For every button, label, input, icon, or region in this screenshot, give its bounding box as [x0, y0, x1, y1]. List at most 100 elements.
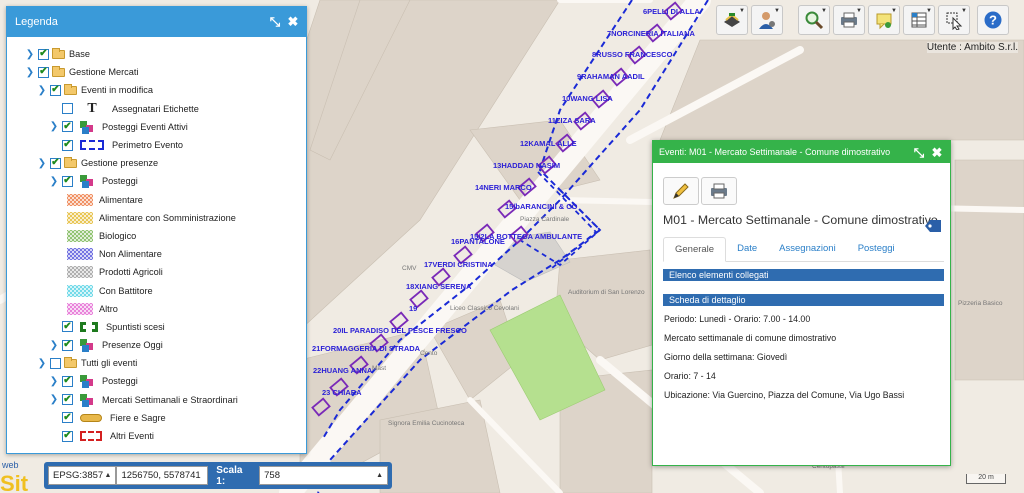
legend-item-label: Posteggi: [102, 376, 138, 387]
legend-item-perimetro-evento[interactable]: Perimetro Evento: [7, 136, 306, 154]
notes-button[interactable]: ▼: [868, 5, 900, 35]
stall-label: 10WANG LISA: [562, 94, 613, 103]
checkbox[interactable]: [38, 48, 49, 60]
legend-item-label: Alimentare: [99, 194, 143, 205]
collapse-icon[interactable]: ⤡: [268, 14, 282, 28]
print-event-button[interactable]: [701, 177, 737, 205]
chevron-right-icon[interactable]: ❯: [49, 376, 59, 387]
stall-label: 23 CHIARA: [322, 388, 362, 397]
close-icon[interactable]: ✖: [930, 145, 944, 159]
legend-header[interactable]: Legenda ⤡ ✖: [7, 7, 306, 37]
legend-item-presenze-oggi[interactable]: ❯ Presenze Oggi: [7, 336, 306, 354]
checkbox[interactable]: [62, 103, 73, 115]
stall-label: 22HUANG ANNA: [313, 366, 373, 375]
coordinates-display: 1256750, 5578741: [116, 466, 209, 485]
caret-up-icon: ▲: [376, 472, 383, 479]
checkbox[interactable]: [62, 139, 73, 151]
help-button[interactable]: ?: [977, 5, 1009, 35]
tab-assegnazioni[interactable]: Assegnazioni: [768, 237, 847, 261]
checkbox[interactable]: [62, 121, 73, 133]
legend-item-eventi-in-modifica[interactable]: ❯ Eventi in modifica: [7, 81, 306, 99]
place-label: Auditorium di San Lorenzo: [568, 289, 645, 296]
tab-generale[interactable]: Generale: [663, 237, 727, 262]
zoom-button[interactable]: ▼: [798, 5, 830, 35]
chevron-right-icon[interactable]: ❯: [49, 340, 59, 351]
print-icon: [711, 183, 727, 199]
coordinate-scale-bar: EPSG:3857 ▲ 1256750, 5578741 Scala 1: 758…: [44, 462, 392, 489]
legend-item-label: Presenze Oggi: [102, 340, 163, 351]
legend-item-label: Non Alimentare: [99, 249, 162, 260]
legend-item-label: Con Battitore: [99, 285, 153, 296]
tag-icon[interactable]: [924, 219, 942, 233]
close-icon[interactable]: ✖: [286, 14, 300, 28]
event-heading-text: M01 - Mercato Settimanale - Comune dimos…: [663, 213, 938, 227]
checkbox[interactable]: [62, 321, 73, 333]
checkbox[interactable]: [62, 175, 73, 187]
scale-select[interactable]: 758 ▲: [259, 466, 388, 485]
scale-value: 758: [264, 470, 280, 481]
legend-item-altri-eventi[interactable]: Altri Eventi: [7, 427, 306, 445]
edit-button[interactable]: [663, 177, 699, 205]
legend-item-base[interactable]: ❯ Base: [7, 45, 306, 63]
event-panel-header[interactable]: Eventi: M01 - Mercato Settimanale - Comu…: [653, 141, 950, 163]
legend-class-alimentare: Alimentare: [7, 191, 306, 209]
checkbox[interactable]: [62, 412, 73, 424]
folder-icon: [52, 65, 65, 77]
folder-icon: [64, 356, 77, 368]
checkbox[interactable]: [38, 66, 49, 78]
legend-item-label: Perimetro Evento: [112, 140, 183, 151]
legend-class-prodotti-agricoli: Prodotti Agricoli: [7, 263, 306, 281]
crs-select[interactable]: EPSG:3857 ▲: [48, 466, 117, 485]
chevron-down-icon[interactable]: ❯: [49, 176, 59, 187]
checkbox[interactable]: [50, 84, 61, 96]
checkbox[interactable]: [50, 157, 61, 169]
multi-style-icon: [80, 175, 94, 189]
checkbox[interactable]: [50, 357, 61, 369]
user-settings-button[interactable]: ▼: [751, 5, 783, 35]
detail-section[interactable]: Scheda di dettaglio: [663, 294, 944, 306]
event-heading: M01 - Mercato Settimanale - Comune dimos…: [653, 205, 950, 232]
chevron-down-icon[interactable]: ❯: [25, 67, 35, 78]
select-button[interactable]: ▼: [938, 5, 970, 35]
legend-item-posteggi-eventi-attivi[interactable]: ❯ Posteggi Eventi Attivi: [7, 118, 306, 136]
green-dashed-symbol-icon: [80, 321, 98, 332]
chevron-down-icon[interactable]: ❯: [37, 358, 47, 369]
tab-date[interactable]: Date: [726, 237, 768, 261]
legend-item-tutti-gli-eventi[interactable]: ❯ Tutti gli eventi: [7, 354, 306, 372]
print-button[interactable]: ▼: [833, 5, 865, 35]
checkbox[interactable]: [62, 339, 73, 351]
linked-elements-section[interactable]: Elenco elementi collegati: [663, 269, 944, 281]
detail-line: Orario: 7 - 14: [664, 371, 716, 381]
svg-text:?: ?: [989, 13, 997, 28]
chevron-down-icon[interactable]: ❯: [37, 85, 47, 96]
layers-button[interactable]: ▼: [716, 5, 748, 35]
legend-item-posteggi-eventi[interactable]: ❯ Posteggi: [7, 372, 306, 390]
legend-class-biologico: Biologico: [7, 227, 306, 245]
legend-item-label: Tutti gli eventi: [81, 358, 138, 369]
legend-item-fiere-e-sagre[interactable]: Fiere e Sagre: [7, 409, 306, 427]
toolbar: ▼ ▼ ▼ ▼ ▼ ▼ ▼ ?: [716, 5, 1012, 35]
legend-tree: ❯ Base ❯ Gestione Mercati ❯ Eventi in modif…: [7, 37, 306, 445]
multi-style-icon: [80, 120, 94, 134]
checkbox[interactable]: [62, 430, 73, 442]
legend-item-gestione-mercati[interactable]: ❯ Gestione Mercati: [7, 63, 306, 81]
checkbox[interactable]: [62, 375, 73, 387]
legend-class-non-alimentare: Non Alimentare: [7, 245, 306, 263]
legend-item-posteggi[interactable]: ❯ Posteggi: [7, 172, 306, 190]
legend-item-gestione-presenze[interactable]: ❯ Gestione presenze: [7, 154, 306, 172]
legend-item-label: Posteggi: [102, 176, 138, 187]
legend-item-mercati-settimanali[interactable]: ❯ Mercati Settimanali e Straordinari: [7, 391, 306, 409]
logo-sit-text: Sit: [0, 471, 29, 493]
collapse-icon[interactable]: ⤡: [912, 145, 926, 159]
chevron-right-icon[interactable]: ❯: [25, 49, 35, 60]
legend-item-assegnatari-etichette[interactable]: T Assegnatari Etichette: [7, 100, 306, 118]
legend-item-spuntisti-scesi[interactable]: Spuntisti scesi: [7, 318, 306, 336]
chevron-down-icon[interactable]: ❯: [37, 158, 47, 169]
chevron-right-icon[interactable]: ❯: [49, 121, 59, 132]
chevron-right-icon[interactable]: ❯: [49, 394, 59, 405]
caret-up-icon: ▲: [104, 472, 112, 479]
place-label: Cento: [420, 350, 438, 357]
checkbox[interactable]: [62, 394, 73, 406]
tab-posteggi[interactable]: Posteggi: [847, 237, 906, 261]
table-button[interactable]: ▼: [903, 5, 935, 35]
